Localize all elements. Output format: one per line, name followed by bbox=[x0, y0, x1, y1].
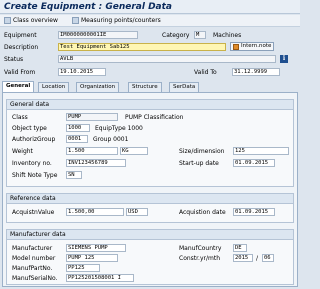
weight-field[interactable]: 1.500 bbox=[66, 147, 118, 155]
measuring-points-icon bbox=[72, 17, 79, 24]
manuf-serial-field[interactable]: PP125201508001 I bbox=[66, 274, 134, 282]
acq-value-label: AcquistnValue bbox=[12, 209, 55, 216]
measuring-points-label: Measuring points/counters bbox=[81, 17, 161, 24]
constr-year-field[interactable]: 2015 bbox=[233, 254, 253, 262]
class-overview-button[interactable]: Class overview bbox=[4, 17, 58, 26]
manuf-serial-label: ManufSerialNo. bbox=[12, 275, 58, 282]
reference-data-group: Reference data AcquistnValue 1.500,00 US… bbox=[6, 193, 294, 223]
reference-data-title: Reference data bbox=[7, 194, 293, 204]
manufacturer-field[interactable]: SIEMENS PUMP bbox=[66, 244, 126, 252]
status-info-icon[interactable]: i bbox=[280, 55, 288, 63]
category-text: Machines bbox=[213, 32, 242, 39]
intern-note-button[interactable]: Intern.note bbox=[230, 42, 275, 51]
category-label: Category bbox=[162, 32, 190, 39]
tab-general[interactable]: General bbox=[2, 81, 35, 92]
class-field[interactable]: PUMP bbox=[66, 113, 118, 121]
inventory-field[interactable]: INV123456789 bbox=[66, 159, 126, 167]
intern-note-label: Intern.note bbox=[241, 43, 272, 49]
object-type-text: EquipType 1000 bbox=[95, 125, 143, 132]
manufacturer-data-title: Manufacturer data bbox=[7, 230, 293, 240]
tab-serdata[interactable]: SerData bbox=[169, 82, 200, 92]
size-field[interactable]: 125 bbox=[233, 147, 289, 155]
valid-from-label: Valid From bbox=[4, 69, 36, 76]
acq-value-field[interactable]: 1.500,00 bbox=[66, 208, 124, 216]
model-number-field[interactable]: PUMP 125 bbox=[66, 254, 118, 262]
general-data-group: General data Class PUMP PUMP Classificat… bbox=[6, 99, 294, 187]
object-type-field[interactable]: 1000 bbox=[66, 124, 90, 132]
auth-group-text: Group 0001 bbox=[93, 136, 129, 143]
page-title: Create Equipment : General Data bbox=[4, 2, 172, 12]
tab-structure[interactable]: Structure bbox=[128, 82, 162, 92]
valid-from-field[interactable]: 19.10.2015 bbox=[58, 68, 106, 76]
class-overview-icon bbox=[4, 17, 11, 24]
auth-group-field[interactable]: 0001 bbox=[66, 135, 88, 143]
constr-yr-label: Constr.yr/mth bbox=[179, 255, 221, 262]
manufacturer-data-group: Manufacturer data Manufacturer SIEMENS P… bbox=[6, 229, 294, 285]
constr-separator: / bbox=[256, 255, 259, 262]
measuring-points-button[interactable]: Measuring points/counters bbox=[72, 17, 161, 26]
status-field[interactable]: AVLB bbox=[58, 55, 276, 63]
manuf-part-field[interactable]: PP125 bbox=[66, 264, 100, 272]
valid-to-field[interactable]: 31.12.9999 bbox=[232, 68, 280, 76]
equipment-label: Equipment bbox=[4, 32, 37, 39]
shift-note-field[interactable]: SN bbox=[66, 171, 82, 179]
manuf-country-field[interactable]: DE bbox=[233, 244, 247, 252]
auth-group-label: AuthorizGroup bbox=[12, 136, 56, 143]
valid-to-label: Valid To bbox=[194, 69, 217, 76]
inventory-label: Inventory no. bbox=[12, 160, 52, 167]
general-data-title: General data bbox=[7, 100, 293, 110]
application-toolbar: Class overview Measuring points/counters bbox=[0, 15, 300, 27]
manufacturer-label: Manufacturer bbox=[12, 245, 53, 252]
acq-currency-field[interactable]: USD bbox=[126, 208, 148, 216]
class-overview-label: Class overview bbox=[13, 17, 58, 24]
manuf-country-label: ManufCountry bbox=[179, 245, 222, 252]
window-titlebar: Create Equipment : General Data bbox=[0, 0, 300, 14]
description-label: Description bbox=[4, 44, 39, 51]
startup-field[interactable]: 01.09.2015 bbox=[233, 159, 275, 167]
tab-organization[interactable]: Organization bbox=[76, 82, 120, 92]
object-type-label: Object type bbox=[12, 125, 47, 132]
size-label: Size/dimension bbox=[179, 148, 225, 155]
shift-note-label: Shift Note Type bbox=[12, 172, 58, 179]
class-label: Class bbox=[12, 114, 28, 121]
acq-date-field[interactable]: 01.09.2015 bbox=[233, 208, 275, 216]
model-number-label: Model number bbox=[12, 255, 56, 262]
description-field[interactable]: Test Equipment Sab125 bbox=[58, 43, 226, 51]
note-icon bbox=[233, 44, 239, 50]
manuf-part-label: ManufPartNo. bbox=[12, 265, 53, 272]
weight-unit-field[interactable]: KG bbox=[120, 147, 148, 155]
status-label: Status bbox=[4, 56, 24, 63]
tab-location[interactable]: Location bbox=[38, 82, 70, 92]
startup-label: Start-up date bbox=[179, 160, 219, 167]
acq-date-label: Acquistion date bbox=[179, 209, 226, 216]
equipment-field[interactable]: IM0000000001IE bbox=[58, 31, 138, 39]
weight-label: Weight bbox=[12, 148, 33, 155]
class-text: PUMP Classification bbox=[125, 114, 184, 121]
category-field[interactable]: M bbox=[194, 31, 206, 39]
tab-content-panel: General data Class PUMP PUMP Classificat… bbox=[2, 92, 298, 287]
constr-month-field[interactable]: 06 bbox=[262, 254, 274, 262]
